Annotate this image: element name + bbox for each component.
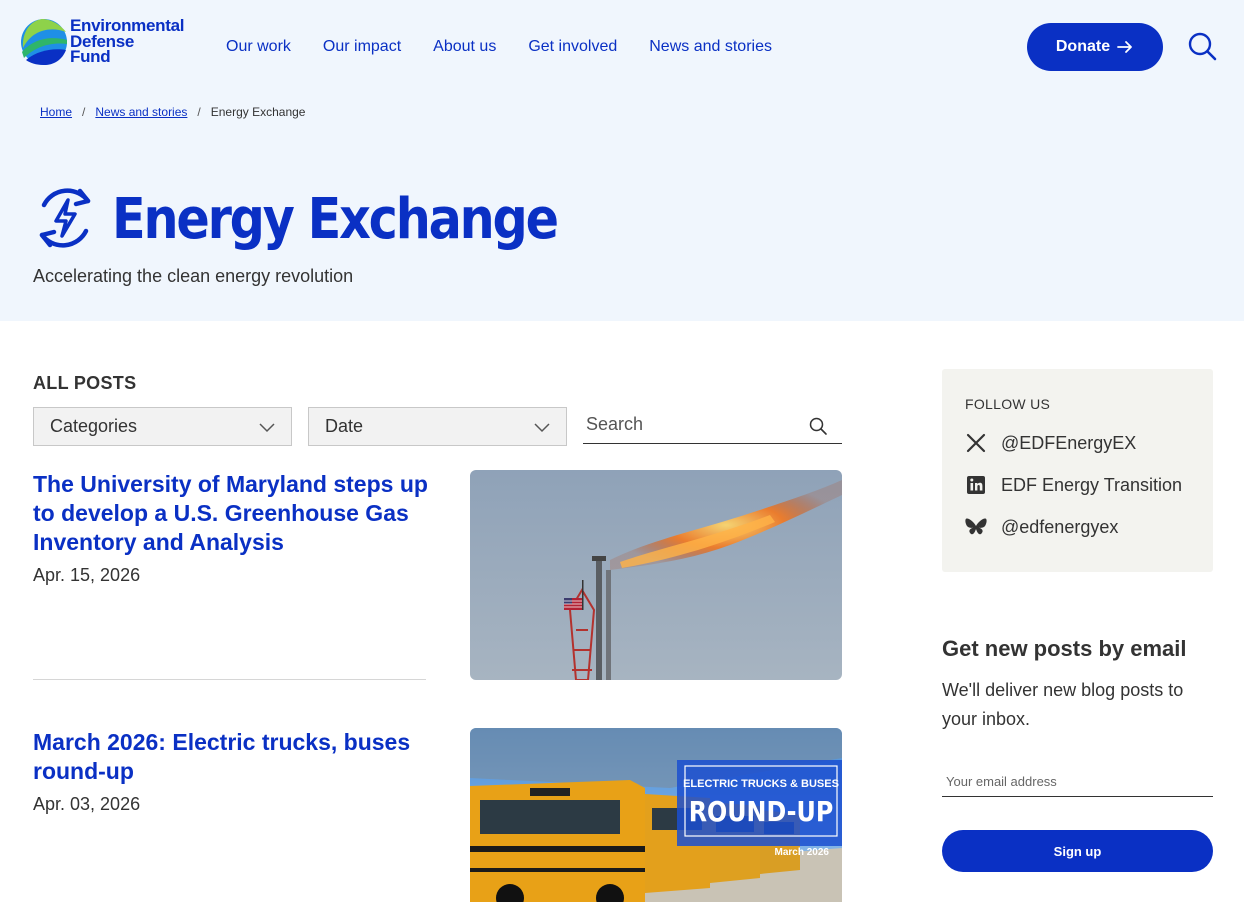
date-select-label: Date <box>325 416 364 436</box>
post-title[interactable]: The University of Maryland steps up to d… <box>33 470 433 557</box>
edf-logo-icon <box>21 19 67 65</box>
nav-item-our-work[interactable]: Our work <box>226 38 291 56</box>
nav-item-about-us[interactable]: About us <box>433 38 496 56</box>
bluesky-icon <box>965 518 987 535</box>
gas-flare-photo[interactable] <box>470 470 842 680</box>
donate-button[interactable]: Donate <box>1027 23 1163 71</box>
follow-us-label: FOLLOW US <box>965 396 1051 412</box>
logo-text-line3: Fund <box>70 47 111 66</box>
chevron-down-icon <box>259 423 275 433</box>
school-buses-image: ELECTRIC TRUCKS & BUSES ROUND-UP March 2… <box>470 728 842 902</box>
post-date: Apr. 15, 2026 <box>33 565 141 585</box>
post-search-input[interactable] <box>583 414 793 435</box>
nav-item-get-involved[interactable]: Get involved <box>528 38 617 56</box>
categories-select-label: Categories <box>50 416 138 436</box>
donate-label: Donate <box>1055 38 1111 55</box>
follow-us-box: FOLLOW US @EDFEnergyEX EDF Energy Transi… <box>942 369 1213 572</box>
page-title: Energy Exchange <box>112 187 559 252</box>
breadcrumb-separator: / <box>82 105 86 119</box>
categories-select[interactable]: Categories <box>33 407 292 446</box>
search-icon[interactable] <box>808 416 828 436</box>
badge-title: ELECTRIC TRUCKS & BUSES <box>683 778 839 790</box>
linkedin-icon <box>967 476 985 494</box>
social-link-bluesky[interactable]: @edfenergyex <box>964 515 1118 539</box>
gas-flare-image <box>470 470 842 680</box>
email-signup-description: We'll deliver new blog posts to your inb… <box>942 680 1184 729</box>
social-link-x[interactable]: @EDFEnergyEX <box>964 431 1136 455</box>
hero-section: Home / News and stories / Energy Exchang… <box>0 95 1244 321</box>
social-label-x: @EDFEnergyEX <box>1001 432 1137 453</box>
nav-item-our-impact[interactable]: Our impact <box>323 38 401 56</box>
school-buses-photo[interactable]: ELECTRIC TRUCKS & BUSES ROUND-UP March 2… <box>470 728 842 902</box>
x-icon <box>966 433 986 453</box>
all-posts-heading: ALL POSTS <box>33 373 137 393</box>
date-select[interactable]: Date <box>308 407 567 446</box>
breadcrumb-separator: / <box>197 105 201 119</box>
email-signup-title: Get new posts by email <box>942 636 1187 661</box>
edf-logo[interactable]: Environmental Defense Fund <box>20 17 195 66</box>
post-divider <box>33 679 426 680</box>
breadcrumb-current: Energy Exchange <box>210 105 306 119</box>
social-label-linkedin: EDF Energy Transition <box>1001 474 1183 495</box>
post-title[interactable]: March 2026: Electric trucks, buses round… <box>33 728 433 786</box>
email-field[interactable] <box>942 766 1213 797</box>
breadcrumb-news-and-stories[interactable]: News and stories <box>95 105 187 119</box>
social-label-bluesky: @edfenergyex <box>1001 516 1119 537</box>
site-header: Environmental Defense Fund Our work Our … <box>0 0 1244 95</box>
breadcrumb: Home / News and stories / Energy Exchang… <box>40 105 305 119</box>
main-nav: Our work Our impact About us Get involve… <box>226 38 804 56</box>
breadcrumb-home[interactable]: Home <box>40 105 72 119</box>
social-link-linkedin[interactable]: EDF Energy Transition <box>964 473 1182 497</box>
nav-item-news-and-stories[interactable]: News and stories <box>649 38 772 56</box>
arrow-right-icon <box>1117 41 1133 53</box>
post-date: Apr. 03, 2026 <box>33 794 141 814</box>
chevron-down-icon <box>534 423 550 433</box>
page-subtitle: Accelerating the clean energy revolution <box>33 266 354 286</box>
badge-date: March 2026 <box>775 847 830 858</box>
post-search-field <box>583 406 842 444</box>
badge-roundup: ROUND-UP <box>689 796 834 828</box>
sign-up-button[interactable]: Sign up <box>942 830 1213 872</box>
energy-cycle-icon <box>39 188 91 248</box>
search-icon[interactable] <box>1186 30 1218 62</box>
